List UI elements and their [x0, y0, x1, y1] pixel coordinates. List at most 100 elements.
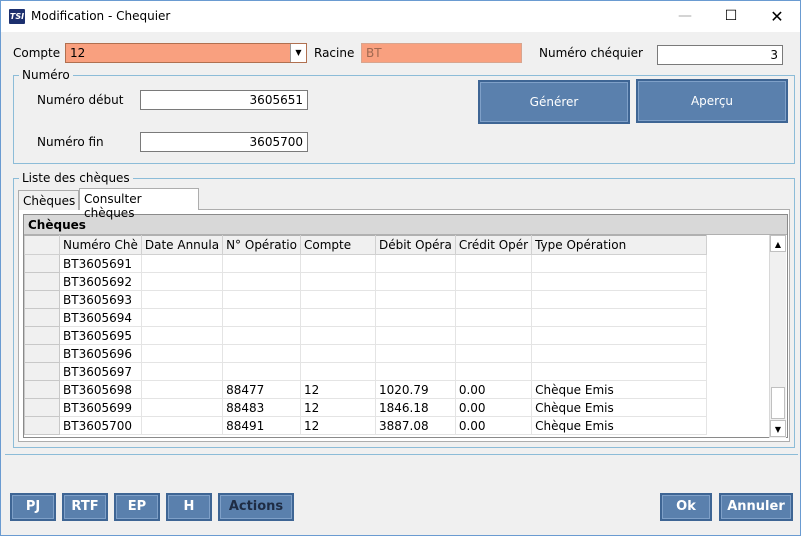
- table-cell: 0.00: [454, 380, 533, 399]
- row-selector[interactable]: [24, 308, 60, 327]
- table-cell: [222, 344, 301, 363]
- cheques-grid: Chèques Numéro Chè Date Annula N° Opérat…: [23, 214, 788, 438]
- table-cell: [299, 272, 376, 291]
- app-logo-icon: TSI: [9, 9, 25, 24]
- table-cell: [454, 272, 533, 291]
- racine-label: Racine: [314, 46, 355, 60]
- table-cell: [531, 308, 708, 327]
- table-cell: 12: [299, 380, 376, 399]
- table-cell: [222, 272, 301, 291]
- table-cell: [374, 290, 456, 309]
- row-selector[interactable]: [24, 272, 60, 291]
- row-selector[interactable]: [24, 326, 60, 345]
- apercu-button[interactable]: Aperçu: [636, 79, 788, 123]
- table-cell: BT3605694: [59, 308, 142, 327]
- generer-button[interactable]: Générer: [478, 80, 630, 124]
- table-cell: BT3605696: [59, 344, 142, 363]
- pj-button[interactable]: PJ: [10, 493, 56, 521]
- table-cell: [140, 398, 224, 417]
- table-row[interactable]: BT3605700 88491 12 3887.08 0.00 Chèque Emis: [24, 416, 708, 435]
- table-cell: Chèque Emis: [531, 380, 708, 399]
- table-cell: 88491: [222, 416, 301, 435]
- compte-combobox[interactable]: 12 ▼: [65, 43, 307, 63]
- compte-label: Compte: [13, 46, 61, 60]
- table-cell: [454, 254, 533, 273]
- table-cell: BT3605691: [59, 254, 142, 273]
- table-header-row: Numéro Chè Date Annula N° Opératio Compt…: [24, 235, 708, 255]
- scroll-up-icon[interactable]: ▲: [770, 235, 786, 252]
- table-cell: Chèque Emis: [531, 416, 708, 435]
- vertical-scrollbar[interactable]: ▲ ▼: [769, 235, 786, 438]
- table-cell: [222, 254, 301, 273]
- table-row[interactable]: BT3605696: [24, 344, 708, 363]
- table-row[interactable]: BT3605694: [24, 308, 708, 327]
- table-row[interactable]: BT3605693: [24, 290, 708, 309]
- annuler-button[interactable]: Annuler: [719, 493, 793, 521]
- column-header[interactable]: Crédit Opér: [454, 235, 533, 255]
- table-cell: [140, 416, 224, 435]
- table-cell: 88477: [222, 380, 301, 399]
- row-selector[interactable]: [24, 398, 60, 417]
- table-cell: [299, 326, 376, 345]
- scroll-down-icon[interactable]: ▼: [770, 420, 786, 437]
- column-header[interactable]: Compte: [299, 235, 376, 255]
- table-row[interactable]: BT3605698 88477 12 1020.79 0.00 Chèque Emis: [24, 380, 708, 399]
- racine-field[interactable]: BT: [361, 43, 522, 63]
- tab-consulter-cheques[interactable]: Consulter chèques: [79, 188, 199, 220]
- ok-button[interactable]: Ok: [660, 493, 712, 521]
- row-selector[interactable]: [24, 344, 60, 363]
- table-cell: 12: [299, 416, 376, 435]
- column-header[interactable]: Numéro Chè: [59, 235, 142, 255]
- table-cell: [140, 362, 224, 381]
- table-cell: [374, 344, 456, 363]
- table-body: BT3605691 BT3605692 BT3605693 BT3605694 BT36…: [24, 254, 708, 435]
- table-cell: [140, 290, 224, 309]
- table-cell: [531, 290, 708, 309]
- row-header-corner: [24, 235, 60, 255]
- table-cell: [299, 362, 376, 381]
- window-title: Modification - Chequier: [31, 9, 171, 23]
- row-selector[interactable]: [24, 362, 60, 381]
- h-button[interactable]: H: [166, 493, 212, 521]
- table-cell: [140, 380, 224, 399]
- actions-button[interactable]: Actions: [218, 493, 294, 521]
- column-header[interactable]: N° Opératio: [222, 235, 301, 255]
- close-icon[interactable]: ✕: [754, 1, 800, 32]
- grid-caption: Chèques: [24, 215, 787, 235]
- row-selector[interactable]: [24, 290, 60, 309]
- numero-fin-field[interactable]: 3605700: [140, 132, 308, 152]
- column-header[interactable]: Date Annula: [140, 235, 224, 255]
- table-row[interactable]: BT3605695: [24, 326, 708, 345]
- minimize-icon[interactable]: —: [662, 1, 708, 32]
- ep-button[interactable]: EP: [114, 493, 160, 521]
- chevron-down-icon[interactable]: ▼: [290, 44, 306, 62]
- table-row[interactable]: BT3605692: [24, 272, 708, 291]
- table-row[interactable]: BT3605691: [24, 254, 708, 273]
- rtf-button[interactable]: RTF: [62, 493, 108, 521]
- table-row[interactable]: BT3605697: [24, 362, 708, 381]
- numero-chequier-field[interactable]: 3: [657, 45, 783, 65]
- table-cell: [531, 254, 708, 273]
- title-bar: TSI Modification - Chequier — ☐ ✕: [1, 1, 800, 32]
- table-cell: BT3605698: [59, 380, 142, 399]
- chequier-window: TSI Modification - Chequier — ☐ ✕ Compte…: [0, 0, 801, 536]
- tab-cheques[interactable]: Chèques: [18, 190, 79, 210]
- row-selector[interactable]: [24, 254, 60, 273]
- table-cell: BT3605700: [59, 416, 142, 435]
- table-cell: [299, 308, 376, 327]
- table-cell: [299, 344, 376, 363]
- numero-debut-field[interactable]: 3605651: [140, 90, 308, 110]
- table-cell: [222, 290, 301, 309]
- table-cell: [531, 272, 708, 291]
- row-selector[interactable]: [24, 380, 60, 399]
- column-header[interactable]: Type Opération: [531, 235, 708, 255]
- table-row[interactable]: BT3605699 88483 12 1846.18 0.00 Chèque Emis: [24, 398, 708, 417]
- scroll-thumb[interactable]: [771, 387, 785, 419]
- column-header[interactable]: Débit Opéra: [374, 235, 456, 255]
- table-cell: [531, 344, 708, 363]
- row-selector[interactable]: [24, 416, 60, 435]
- maximize-icon[interactable]: ☐: [708, 1, 754, 32]
- numero-group-title: Numéro: [19, 68, 73, 82]
- table-cell: [454, 308, 533, 327]
- table-cell: [454, 290, 533, 309]
